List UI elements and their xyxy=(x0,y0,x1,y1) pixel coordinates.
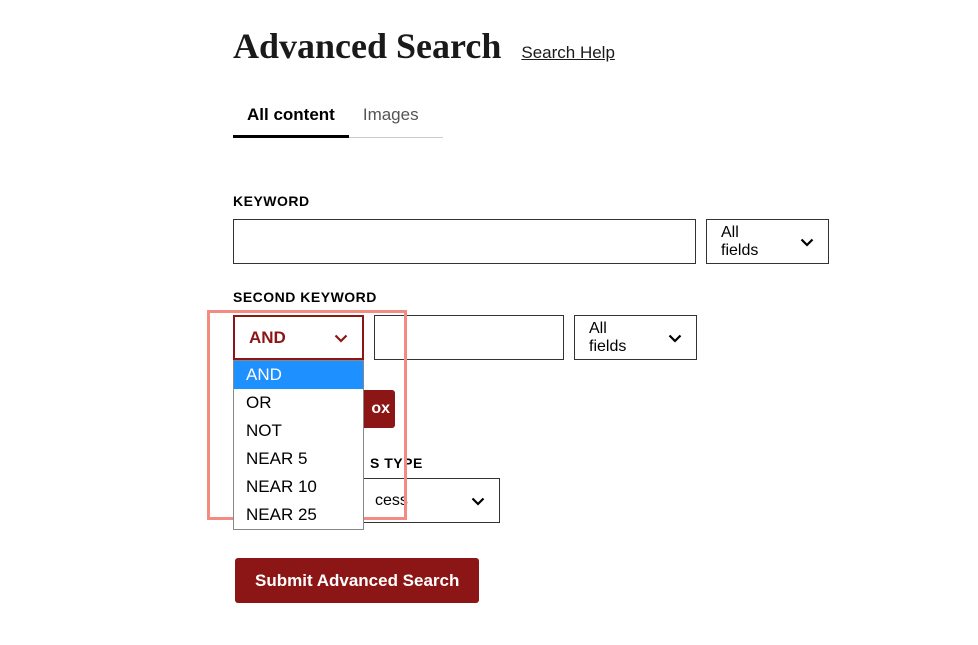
operator-option-and[interactable]: AND xyxy=(234,361,363,389)
operator-option-or[interactable]: OR xyxy=(234,389,363,417)
access-type-label: S TYPE xyxy=(370,455,423,471)
operator-option-not[interactable]: NOT xyxy=(234,417,363,445)
operator-selected-value: AND xyxy=(249,328,286,348)
second-keyword-label: SECOND KEYWORD xyxy=(233,289,978,305)
access-type-select[interactable]: cess xyxy=(360,478,500,523)
search-help-link[interactable]: Search Help xyxy=(521,43,615,63)
second-keyword-fields-value: All fields xyxy=(589,320,648,356)
chevron-down-icon xyxy=(668,334,682,342)
tab-images[interactable]: Images xyxy=(349,97,433,138)
tabs: All content Images xyxy=(233,97,443,138)
page-title: Advanced Search xyxy=(233,25,501,67)
operator-option-near25[interactable]: NEAR 25 xyxy=(234,501,363,529)
keyword-fields-value: All fields xyxy=(721,224,780,260)
operator-select[interactable]: AND xyxy=(233,315,364,360)
tab-all-content[interactable]: All content xyxy=(233,97,349,138)
operator-option-near5[interactable]: NEAR 5 xyxy=(234,445,363,473)
chevron-down-icon xyxy=(334,334,348,342)
submit-button[interactable]: Submit Advanced Search xyxy=(235,558,479,603)
chevron-down-icon xyxy=(471,497,485,505)
operator-option-near10[interactable]: NEAR 10 xyxy=(234,473,363,501)
access-type-value: cess xyxy=(375,492,408,510)
second-keyword-fields-select[interactable]: All fields xyxy=(574,315,697,360)
keyword-input[interactable] xyxy=(233,219,696,264)
second-keyword-input[interactable] xyxy=(374,315,564,360)
operator-dropdown: AND OR NOT NEAR 5 NEAR 10 NEAR 25 xyxy=(233,360,364,530)
chevron-down-icon xyxy=(800,238,814,246)
keyword-fields-select[interactable]: All fields xyxy=(706,219,829,264)
keyword-label: KEYWORD xyxy=(233,193,978,209)
